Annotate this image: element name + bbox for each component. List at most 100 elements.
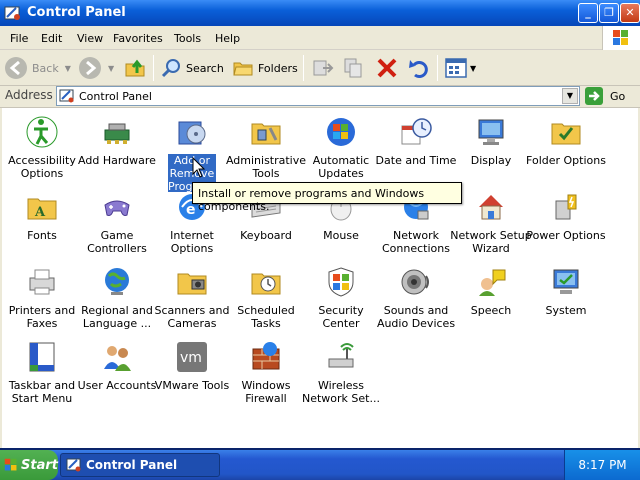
item-administrative-tools[interactable]: Administrative Tools [226, 112, 306, 184]
back-button[interactable]: Back ▼ [4, 53, 71, 83]
item-fonts[interactable]: A Fonts [4, 187, 80, 259]
taskbar-start-menu-icon [29, 342, 55, 372]
taskbar-button-control-panel[interactable]: Control Panel [60, 453, 220, 477]
item-regional-and-language[interactable]: Regional and Language ... [79, 262, 155, 334]
printers-faxes-icon [29, 269, 55, 295]
folder-up-icon [125, 59, 145, 77]
user-accounts-icon [104, 346, 131, 371]
copy-to-icon [344, 58, 362, 78]
item-label: Taskbar and Start Menu [8, 379, 76, 405]
item-accessibility-options[interactable]: Accessibility Options [4, 112, 80, 184]
item-label: Speech [470, 304, 512, 317]
menu-favorites[interactable]: Favorites [113, 32, 163, 45]
item-security-center[interactable]: Security Center [303, 262, 379, 334]
start-button[interactable]: Start [0, 450, 58, 480]
item-power-options[interactable]: Power Options [526, 187, 606, 259]
item-printers-and-faxes[interactable]: Printers and Faxes [4, 262, 80, 334]
restore-button[interactable]: ❐ [599, 3, 619, 23]
undo-icon [409, 60, 428, 78]
up-button[interactable] [124, 53, 148, 83]
sounds-audio-icon [401, 269, 429, 295]
item-wireless-network-setup[interactable]: Wireless Network Set... [302, 337, 380, 409]
item-scheduled-tasks[interactable]: Scheduled Tasks [228, 262, 304, 334]
control-panel-icon [4, 6, 20, 20]
views-icon [445, 58, 467, 78]
item-date-and-time[interactable]: Date and Time [376, 112, 456, 184]
taskbar-button-label: Control Panel [86, 458, 178, 472]
item-scanners-and-cameras[interactable]: Scanners and Cameras [154, 262, 230, 334]
system-icon [553, 269, 579, 294]
address-input[interactable]: Control Panel ▼ [56, 86, 580, 106]
address-label: Address [5, 88, 53, 102]
item-label: Scanners and Cameras [154, 304, 230, 330]
menu-tools[interactable]: Tools [174, 32, 201, 45]
scheduled-tasks-icon [251, 273, 281, 295]
item-label: Power Options [526, 229, 606, 242]
search-icon [161, 59, 180, 78]
item-system[interactable]: System [528, 262, 604, 334]
forward-arrow-icon [79, 57, 101, 79]
system-tray-clock[interactable]: 8:17 PM [564, 450, 640, 480]
item-label: User Accounts [77, 379, 157, 392]
automatic-updates-icon [327, 118, 355, 146]
forward-button[interactable]: ▼ [78, 53, 114, 83]
folder-options-icon [551, 123, 581, 145]
delete-x-icon [377, 58, 397, 78]
mouse-cursor-icon [192, 157, 206, 178]
item-label: Regional and Language ... [81, 304, 153, 330]
item-display[interactable]: Display [453, 112, 529, 184]
power-options-icon [555, 194, 577, 220]
delete-button[interactable] [375, 53, 399, 83]
fonts-icon: A [27, 198, 57, 220]
item-vmware-tools[interactable]: vm VMware Tools [154, 337, 230, 409]
views-dropdown-icon[interactable]: ▼ [470, 64, 476, 73]
item-folder-options[interactable]: Folder Options [526, 112, 606, 184]
copy-to-button[interactable] [342, 53, 366, 83]
item-game-controllers[interactable]: Game Controllers [79, 187, 155, 259]
undo-button[interactable] [407, 53, 431, 83]
svg-text:A: A [34, 205, 46, 220]
date-time-icon [401, 118, 432, 145]
move-to-icon [313, 60, 334, 76]
item-windows-firewall[interactable]: Windows Firewall [228, 337, 304, 409]
item-automatic-updates[interactable]: Automatic Updates [303, 112, 379, 184]
windows-firewall-icon [252, 342, 280, 370]
item-label: Folder Options [526, 154, 606, 167]
item-label: Sounds and Audio Devices [376, 304, 456, 330]
item-speech[interactable]: Speech [453, 262, 529, 334]
views-button[interactable]: ▼ [444, 53, 476, 83]
go-button[interactable]: Go [584, 86, 640, 106]
folders-button[interactable]: Folders [232, 53, 298, 83]
search-button[interactable]: Search [160, 53, 224, 83]
back-dropdown-icon[interactable]: ▼ [65, 64, 71, 73]
move-to-button[interactable] [311, 53, 335, 83]
toolbar-separator [303, 55, 304, 81]
address-bar: Address Control Panel ▼ Go [0, 86, 640, 108]
minimize-button[interactable]: _ [578, 3, 598, 23]
title-bar[interactable]: Control Panel _ ❐ ✕ [0, 0, 640, 26]
item-label: VMware Tools [154, 379, 230, 392]
item-taskbar-and-start-menu[interactable]: Taskbar and Start Menu [4, 337, 80, 409]
item-label: Network Setup Wizard [450, 229, 532, 255]
menu-view[interactable]: View [77, 32, 103, 45]
item-add-hardware[interactable]: Add Hardware [78, 112, 156, 184]
forward-dropdown-icon[interactable]: ▼ [108, 64, 114, 73]
item-label: System [545, 304, 587, 317]
address-dropdown-button[interactable]: ▼ [562, 88, 578, 104]
item-sounds-and-audio-devices[interactable]: Sounds and Audio Devices [377, 262, 455, 334]
item-label: Accessibility Options [8, 154, 76, 180]
menu-edit[interactable]: Edit [41, 32, 62, 45]
folders-label: Folders [258, 61, 298, 75]
go-label: Go [610, 89, 626, 103]
start-label: Start [21, 457, 58, 473]
item-user-accounts[interactable]: User Accounts [78, 337, 156, 409]
item-label: Display [470, 154, 512, 167]
menu-help[interactable]: Help [215, 32, 240, 45]
item-network-setup-wizard[interactable]: Network Setup Wizard [450, 187, 532, 259]
menu-file[interactable]: File [10, 32, 28, 45]
control-panel-icon [59, 89, 74, 103]
administrative-tools-icon [251, 123, 281, 145]
network-setup-wizard-icon [479, 195, 503, 220]
close-button[interactable]: ✕ [620, 3, 640, 23]
search-label: Search [186, 61, 224, 75]
